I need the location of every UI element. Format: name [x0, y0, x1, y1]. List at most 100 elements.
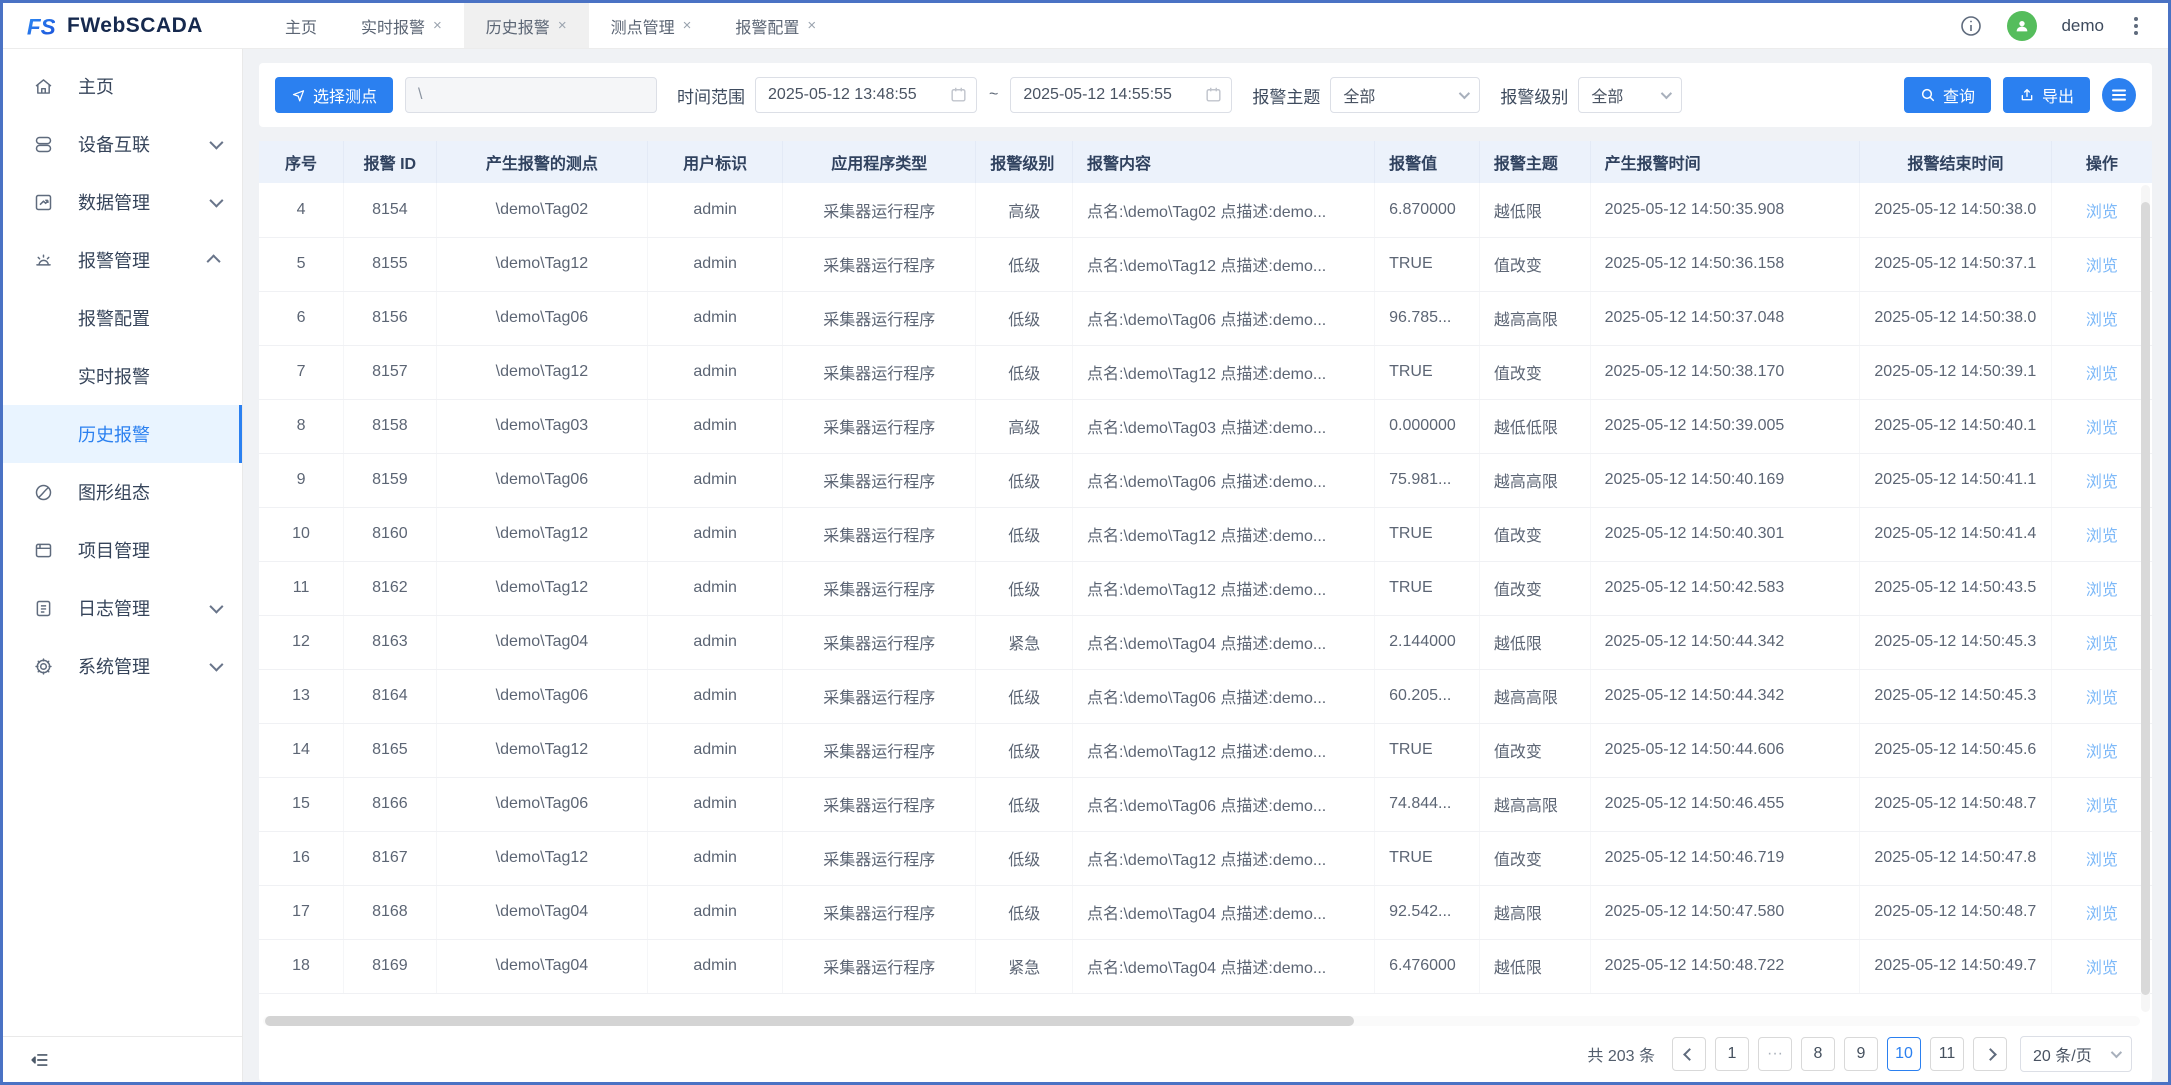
kebab-menu-icon[interactable]: [2128, 13, 2144, 39]
cell-level: 低级: [976, 885, 1073, 939]
next-page-button[interactable]: [1973, 1037, 2007, 1071]
vertical-scrollbar[interactable]: [2141, 185, 2150, 1012]
browse-link[interactable]: 浏览: [2086, 744, 2118, 761]
time-to-input[interactable]: [1010, 77, 1232, 113]
close-tab-icon[interactable]: ×: [558, 17, 567, 34]
browse-link[interactable]: 浏览: [2086, 258, 2118, 275]
point-input[interactable]: [405, 77, 657, 113]
cell-seq: 12: [259, 615, 344, 669]
sidebar-item-projects[interactable]: 项目管理: [3, 521, 242, 579]
browse-link[interactable]: 浏览: [2086, 474, 2118, 491]
topbar-tab[interactable]: 报警配置 ×: [713, 3, 838, 48]
topbar-tab[interactable]: 实时报警 ×: [339, 3, 464, 48]
browse-link[interactable]: 浏览: [2086, 528, 2118, 545]
browse-link[interactable]: 浏览: [2086, 960, 2118, 977]
time-from-input[interactable]: [755, 77, 977, 113]
sidebar-item-graphics[interactable]: 图形组态: [3, 463, 242, 521]
table-row[interactable]: 12 8163 \demo\Tag04 admin 采集器运行程序 紧急 点名:…: [259, 615, 2152, 669]
browse-link[interactable]: 浏览: [2086, 906, 2118, 923]
sidebar-item-history-alarms[interactable]: 历史报警: [3, 405, 242, 463]
close-tab-icon[interactable]: ×: [807, 17, 816, 34]
cell-topic: 越高高限: [1479, 453, 1590, 507]
page-button[interactable]: 11: [1930, 1037, 1964, 1071]
close-tab-icon[interactable]: ×: [433, 17, 442, 34]
chevron-right-icon: [1984, 1048, 1997, 1061]
alarm-topic-select[interactable]: 全部: [1330, 77, 1480, 113]
chevron-down-icon: [1661, 88, 1672, 99]
filter-bar: 选择测点 时间范围 ~ 报警主题: [259, 63, 2152, 127]
menu-lines-icon: [2112, 94, 2126, 97]
cell-end-time: 2025-05-12 14:50:45.3: [1860, 669, 2051, 723]
topbar-tab[interactable]: 主页 ×: [263, 3, 339, 48]
query-button[interactable]: 查询: [1904, 77, 1991, 113]
cell-value: 2.144000: [1375, 615, 1480, 669]
table-row[interactable]: 10 8160 \demo\Tag12 admin 采集器运行程序 低级 点名:…: [259, 507, 2152, 561]
browse-link[interactable]: 浏览: [2086, 636, 2118, 653]
avatar[interactable]: [2007, 11, 2037, 41]
cell-tag: \demo\Tag02: [436, 183, 647, 237]
calendar-icon[interactable]: [949, 85, 968, 104]
cell-user: admin: [648, 615, 783, 669]
select-point-button[interactable]: 选择测点: [275, 77, 393, 113]
alarm-level-select[interactable]: 全部: [1578, 77, 1682, 113]
cell-alarm-id: 8166: [344, 777, 437, 831]
table-row[interactable]: 18 8169 \demo\Tag04 admin 采集器运行程序 紧急 点名:…: [259, 939, 2152, 993]
sidebar-item-alarms[interactable]: 报警管理: [3, 231, 242, 289]
cell-value: 60.205...: [1375, 669, 1480, 723]
table-row[interactable]: 9 8159 \demo\Tag06 admin 采集器运行程序 低级 点名:\…: [259, 453, 2152, 507]
cell-user: admin: [648, 345, 783, 399]
table-row[interactable]: 14 8165 \demo\Tag12 admin 采集器运行程序 低级 点名:…: [259, 723, 2152, 777]
cell-seq: 11: [259, 561, 344, 615]
table-row[interactable]: 11 8162 \demo\Tag12 admin 采集器运行程序 低级 点名:…: [259, 561, 2152, 615]
cell-end-time: 2025-05-12 14:50:40.1: [1860, 399, 2051, 453]
export-button[interactable]: 导出: [2003, 77, 2090, 113]
page-button[interactable]: 10: [1887, 1037, 1921, 1071]
info-icon[interactable]: [1959, 14, 1983, 38]
sidebar-item-alarm-config[interactable]: 报警配置: [3, 289, 242, 347]
cell-topic: 值改变: [1479, 831, 1590, 885]
prev-page-button[interactable]: [1672, 1037, 1706, 1071]
sidebar-item-home[interactable]: 主页: [3, 57, 242, 115]
table-row[interactable]: 5 8155 \demo\Tag12 admin 采集器运行程序 低级 点名:\…: [259, 237, 2152, 291]
column-settings-button[interactable]: [2102, 78, 2136, 112]
sidebar-item-system[interactable]: 系统管理: [3, 637, 242, 695]
browse-link[interactable]: 浏览: [2086, 204, 2118, 221]
horizontal-scrollbar[interactable]: [263, 1016, 2140, 1026]
cell-action: 浏览: [2051, 399, 2152, 453]
table-row[interactable]: 4 8154 \demo\Tag02 admin 采集器运行程序 高级 点名:\…: [259, 183, 2152, 237]
browse-link[interactable]: 浏览: [2086, 366, 2118, 383]
sidebar-item-devices[interactable]: 设备互联: [3, 115, 242, 173]
table-row[interactable]: 15 8166 \demo\Tag06 admin 采集器运行程序 低级 点名:…: [259, 777, 2152, 831]
chevron-down-icon: [209, 194, 223, 208]
table-row[interactable]: 16 8167 \demo\Tag12 admin 采集器运行程序 低级 点名:…: [259, 831, 2152, 885]
page-button[interactable]: 9: [1844, 1037, 1878, 1071]
topbar-tab[interactable]: 测点管理 ×: [589, 3, 714, 48]
cell-action: 浏览: [2051, 561, 2152, 615]
browse-link[interactable]: 浏览: [2086, 852, 2118, 869]
sidebar-collapse-button[interactable]: [3, 1036, 242, 1082]
table-row[interactable]: 17 8168 \demo\Tag04 admin 采集器运行程序 低级 点名:…: [259, 885, 2152, 939]
sidebar-item-data[interactable]: 数据管理: [3, 173, 242, 231]
table-row[interactable]: 8 8158 \demo\Tag03 admin 采集器运行程序 高级 点名:\…: [259, 399, 2152, 453]
topbar-tab[interactable]: 历史报警 ×: [464, 3, 589, 48]
browse-link[interactable]: 浏览: [2086, 690, 2118, 707]
browse-link[interactable]: 浏览: [2086, 312, 2118, 329]
table-row[interactable]: 6 8156 \demo\Tag06 admin 采集器运行程序 低级 点名:\…: [259, 291, 2152, 345]
browse-link[interactable]: 浏览: [2086, 798, 2118, 815]
cell-start-time: 2025-05-12 14:50:44.342: [1590, 615, 1860, 669]
table-row[interactable]: 13 8164 \demo\Tag06 admin 采集器运行程序 低级 点名:…: [259, 669, 2152, 723]
close-tab-icon[interactable]: ×: [683, 17, 692, 34]
page-size-select[interactable]: 20 条/页: [2020, 1036, 2132, 1072]
sidebar-item-logs[interactable]: 日志管理: [3, 579, 242, 637]
browse-link[interactable]: 浏览: [2086, 582, 2118, 599]
cell-topic: 越高高限: [1479, 291, 1590, 345]
sidebar: 主页 设备互联 数据管理: [3, 49, 243, 1082]
page-button[interactable]: 1: [1715, 1037, 1749, 1071]
calendar-icon[interactable]: [1204, 85, 1223, 104]
page-button[interactable]: ···: [1758, 1037, 1792, 1071]
cell-app-type: 采集器运行程序: [783, 399, 976, 453]
page-button[interactable]: 8: [1801, 1037, 1835, 1071]
table-row[interactable]: 7 8157 \demo\Tag12 admin 采集器运行程序 低级 点名:\…: [259, 345, 2152, 399]
browse-link[interactable]: 浏览: [2086, 420, 2118, 437]
sidebar-item-realtime-alarms[interactable]: 实时报警: [3, 347, 242, 405]
